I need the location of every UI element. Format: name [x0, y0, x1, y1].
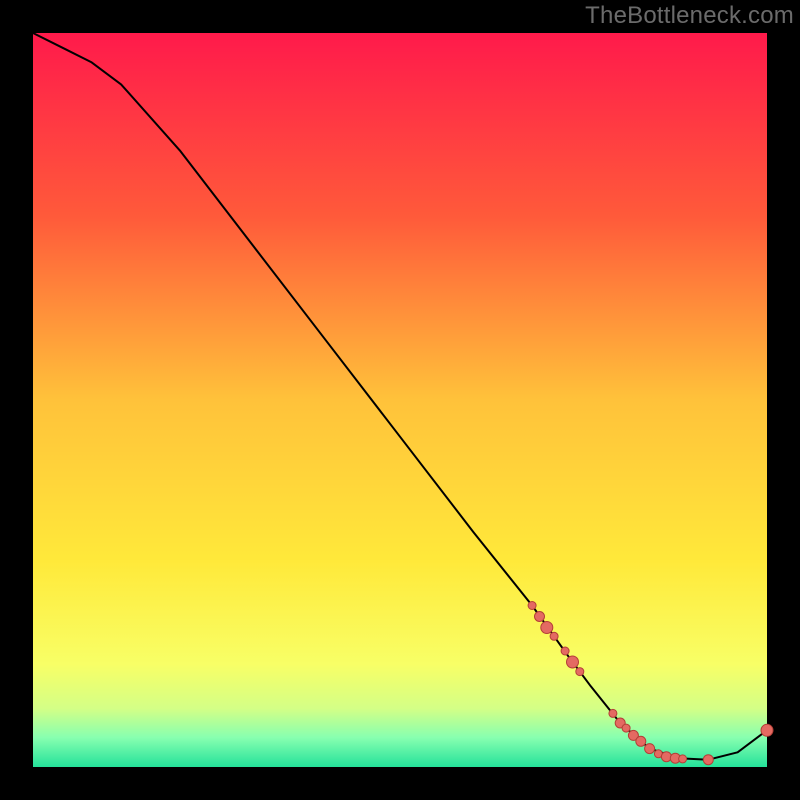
scatter-dot: [703, 755, 713, 765]
scatter-dot: [761, 724, 773, 736]
plot-area: [33, 33, 767, 767]
chart-stage: TheBottleneck.com: [0, 0, 800, 800]
scatter-dot: [645, 744, 655, 754]
scatter-dot: [541, 622, 553, 634]
scatter-dot: [550, 632, 558, 640]
scatter-dot: [622, 724, 630, 732]
scatter-dot: [561, 647, 569, 655]
scatter-dot: [661, 752, 671, 762]
scatter-dot: [609, 709, 617, 717]
plot-svg: [33, 33, 767, 767]
series-curve: [33, 33, 767, 760]
scatter-dot: [636, 736, 646, 746]
scatter-dot: [576, 668, 584, 676]
scatter-dot: [679, 755, 687, 763]
scatter-dot: [535, 612, 545, 622]
series-dots: [528, 602, 773, 765]
scatter-dot: [567, 656, 579, 668]
scatter-dot: [528, 602, 536, 610]
watermark-text: TheBottleneck.com: [585, 2, 794, 30]
